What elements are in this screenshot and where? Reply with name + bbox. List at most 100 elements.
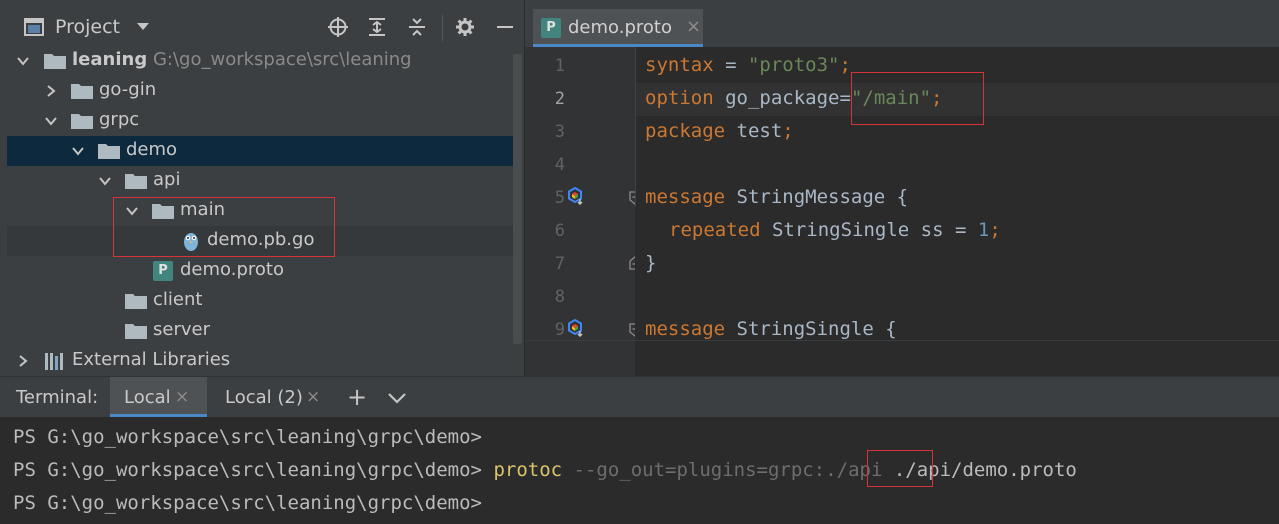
semicolon: ; <box>931 87 943 109</box>
operator: = <box>839 87 851 109</box>
tree-item-label: api <box>153 169 181 190</box>
project-header: Project <box>0 0 524 47</box>
tree-item-client[interactable]: client <box>7 286 513 316</box>
identifier: StringSingle ss = <box>760 219 978 241</box>
line-number: 9 <box>554 320 565 340</box>
chevron-right-icon[interactable] <box>43 83 59 99</box>
code-editor[interactable]: syntax = "proto3"; option go_package="/m… <box>635 47 1279 376</box>
tree-scrollbar[interactable] <box>513 54 522 344</box>
tree-item-label: leaning <box>72 49 148 70</box>
argument: --go_out=plugins=grpc: <box>562 459 826 481</box>
line-number: 1 <box>554 56 565 76</box>
identifier: test <box>725 120 783 142</box>
editor-panel: P demo.proto × 1 2 3 4 5 6 7 8 9 syntax … <box>525 0 1279 376</box>
code-line-6: repeated StringSingle ss = 1; <box>669 219 1001 241</box>
tree-item-label: demo.pb.go <box>207 229 315 250</box>
add-tab-button[interactable]: + <box>347 383 367 411</box>
chevron-down-icon[interactable] <box>124 203 140 219</box>
grpc-run-icon[interactable] <box>568 319 586 337</box>
code-line-2: option go_package="/main"; <box>645 87 942 109</box>
tree-item-main[interactable]: main <box>7 196 513 226</box>
prompt: PS G:\go_workspace\src\leaning\grpc\demo… <box>13 492 482 514</box>
chevron-down-icon[interactable] <box>387 390 407 409</box>
proto-file-icon: P <box>541 18 561 38</box>
tab-label: Local <box>124 387 171 408</box>
tree-item-external-libraries[interactable]: External Libraries <box>7 346 513 376</box>
locate-file-icon[interactable] <box>328 17 348 37</box>
folder-icon <box>152 204 174 219</box>
tab-label: demo.proto <box>568 17 672 38</box>
operator: = <box>713 54 748 76</box>
chevron-down-icon[interactable] <box>43 113 59 129</box>
gear-icon[interactable] <box>455 17 475 37</box>
folder-icon <box>71 84 93 99</box>
line-number: 3 <box>554 122 565 142</box>
line-number: 5 <box>554 188 565 208</box>
chevron-down-icon[interactable] <box>15 53 31 69</box>
close-icon[interactable]: × <box>306 387 320 407</box>
folder-icon <box>44 54 66 69</box>
tree-item-server[interactable]: server <box>7 316 513 346</box>
project-panel: Project leaning G:\go_workspace\src\lean… <box>0 0 524 376</box>
keyword: package <box>645 120 726 142</box>
tree-item-path: G:\go_workspace\src\leaning <box>152 49 412 70</box>
tab-local[interactable]: Local × <box>110 377 207 417</box>
terminal-line: PS G:\go_workspace\src\leaning\grpc\demo… <box>13 459 1077 481</box>
minimize-icon[interactable] <box>495 17 515 37</box>
keyword: syntax <box>645 54 714 76</box>
keyword: message <box>645 318 726 340</box>
chevron-down-icon[interactable] <box>70 143 86 159</box>
tree-item-label: External Libraries <box>72 349 231 370</box>
tree-item-label: client <box>153 289 203 310</box>
line-number: 2 <box>554 89 565 109</box>
project-view-icon <box>24 17 44 37</box>
collapse-all-icon[interactable] <box>407 17 427 37</box>
line-gutter: 1 2 3 4 5 6 7 8 9 <box>525 47 641 376</box>
terminal-output[interactable]: PS G:\go_workspace\src\leaning\grpc\demo… <box>0 417 1279 524</box>
argument-highlight: ./api <box>825 459 883 481</box>
project-title[interactable]: Project <box>55 16 120 38</box>
line-number: 7 <box>554 254 565 274</box>
folder-icon <box>71 114 93 129</box>
tree-item-grpc[interactable]: grpc <box>7 106 513 136</box>
string-literal: "proto3" <box>747 54 840 76</box>
semicolon: ; <box>989 219 1001 241</box>
proto-file-icon: P <box>153 261 173 281</box>
tree-item-leaning[interactable]: leaning G:\go_workspace\src\leaning <box>7 46 513 76</box>
close-icon[interactable]: × <box>175 387 189 407</box>
folder-icon <box>125 324 147 339</box>
folder-icon <box>125 174 147 189</box>
expand-all-icon[interactable] <box>367 17 387 37</box>
tree-item-label: main <box>180 199 225 220</box>
keyword: message <box>645 186 726 208</box>
tree-item-demo[interactable]: demo <box>7 136 513 166</box>
keyword: repeated <box>669 219 761 241</box>
tree-item-go-gin[interactable]: go-gin <box>7 76 513 106</box>
header-divider <box>442 15 443 41</box>
tab-local-2[interactable]: Local (2) × <box>211 377 331 417</box>
code-line-1: syntax = "proto3"; <box>645 54 851 76</box>
prompt: PS G:\go_workspace\src\leaning\grpc\demo… <box>13 459 482 481</box>
brace: } <box>645 252 657 274</box>
close-icon[interactable]: × <box>686 16 701 37</box>
argument: ./api/demo.proto <box>882 459 1077 481</box>
tree-item-demo-proto[interactable]: P demo.proto <box>7 256 513 286</box>
line-number: 8 <box>554 287 565 307</box>
line-number: 6 <box>554 221 565 241</box>
grpc-run-icon[interactable] <box>568 187 586 205</box>
code-line-9: message StringSingle { <box>645 318 897 340</box>
chevron-right-icon[interactable] <box>15 353 31 369</box>
identifier: StringMessage { <box>725 186 909 208</box>
tree-item-demo-pb-go[interactable]: demo.pb.go <box>7 226 513 256</box>
folder-icon <box>98 144 120 159</box>
go-file-icon <box>184 233 198 251</box>
editor-tab-bar: P demo.proto × <box>525 0 1279 47</box>
identifier: go_package <box>713 87 840 109</box>
chevron-down-icon[interactable] <box>137 23 149 30</box>
tree-item-api[interactable]: api <box>7 166 513 196</box>
semicolon: ; <box>782 120 794 142</box>
indent-guide <box>635 47 636 207</box>
code-line-3: package test; <box>645 120 794 142</box>
chevron-down-icon[interactable] <box>97 173 113 189</box>
tab-demo-proto[interactable]: P demo.proto × <box>533 9 703 47</box>
